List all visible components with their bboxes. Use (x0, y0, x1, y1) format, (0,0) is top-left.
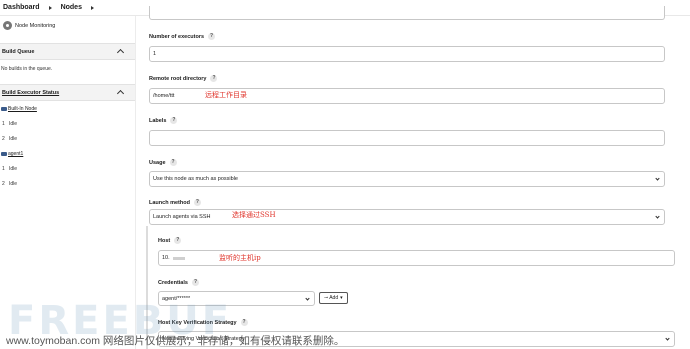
host-value: 10. (162, 255, 170, 261)
chevron-down-icon (655, 214, 660, 219)
computer-name[interactable]: Built-In Node (8, 106, 37, 112)
breadcrumb-nodes[interactable]: Nodes (61, 4, 82, 11)
usage-label: Usage ? (149, 159, 177, 166)
jenkins-node-config-page: Dashboard Nodes Node Monitoring Build Qu… (0, 0, 690, 349)
help-icon[interactable]: ? (208, 33, 216, 40)
credentials-label-text: Credentials (158, 279, 188, 286)
add-credentials-button[interactable]: ⊸ Add ▾ (319, 292, 348, 304)
help-icon[interactable]: ? (170, 117, 178, 124)
build-queue-title: Build Queue (2, 48, 35, 55)
chevron-up-icon[interactable] (116, 89, 125, 98)
executor-state: Idle (9, 181, 18, 187)
executor-number: 2 (2, 181, 5, 187)
labels-label: Labels ? (149, 117, 178, 124)
help-icon[interactable]: ? (169, 159, 177, 166)
chevron-down-icon (655, 176, 660, 181)
breadcrumb-separator-icon[interactable] (48, 5, 52, 10)
usage-label-text: Usage (149, 159, 166, 166)
annotation-remote-root: 远程工作目录 (205, 91, 247, 99)
launch-select[interactable]: Launch agents via SSH (149, 209, 665, 225)
executor-number: 1 (2, 166, 5, 172)
computer-built-in-node[interactable]: Built-In Node (1, 106, 37, 112)
launch-label: Launch method ? (149, 199, 201, 206)
executor-number: 2 (2, 136, 5, 142)
add-label: Add (329, 295, 339, 301)
build-queue-header[interactable]: Build Queue (0, 43, 135, 60)
redacted-mark (172, 256, 185, 260)
help-icon[interactable]: ? (193, 199, 201, 206)
executor-row: 1 Idle (2, 121, 17, 127)
build-queue-empty: No builds in the queue. (1, 66, 53, 72)
chevron-down-icon (665, 336, 670, 341)
computer-agent1[interactable]: agent1 (1, 151, 23, 157)
launch-label-text: Launch method (149, 199, 190, 206)
remote-root-label: Remote root directory ? (149, 75, 218, 82)
computer-icon (1, 152, 7, 156)
annotation-host: 监听的主机ip (219, 254, 261, 262)
executor-row: 2 Idle (2, 136, 17, 142)
executor-state: Idle (9, 166, 18, 172)
executors-label: Number of executors ? (149, 33, 216, 40)
watermark-text: www.toymoban.com 网络图片仅供展示，非存储，如有侵权请联系删除。 (6, 335, 345, 347)
help-icon[interactable]: ? (174, 237, 182, 244)
host-label-text: Host (158, 237, 171, 244)
remote-root-label-text: Remote root directory (149, 75, 207, 82)
launch-value: Launch agents via SSH (153, 214, 211, 220)
gear-icon (3, 21, 12, 30)
executors-input[interactable]: 1 (149, 46, 665, 62)
executors-value: 1 (153, 51, 157, 57)
breadcrumb-dashboard[interactable]: Dashboard (3, 4, 40, 11)
chevron-down-icon (305, 296, 310, 301)
computer-name[interactable]: agent1 (8, 151, 23, 157)
executor-row: 1 Idle (2, 166, 17, 172)
credentials-label: Credentials ? (158, 279, 199, 286)
help-icon[interactable]: ? (240, 319, 248, 326)
host-label: Host ? (158, 237, 182, 244)
executor-state: Idle (9, 121, 18, 127)
help-icon[interactable]: ? (191, 279, 199, 286)
executor-status-title: Build Executor Status (2, 89, 60, 96)
computer-icon (1, 107, 7, 111)
chevron-up-icon[interactable] (116, 48, 125, 57)
name-field[interactable] (149, 6, 665, 20)
usage-select[interactable]: Use this node as much as possible (149, 171, 665, 187)
executor-state: Idle (9, 136, 18, 142)
executor-status-header[interactable]: Build Executor Status (0, 84, 135, 101)
remote-root-value: /home/ttt (153, 93, 175, 99)
executor-row: 2 Idle (2, 181, 17, 187)
usage-value: Use this node as much as possible (153, 176, 238, 182)
labels-label-text: Labels (149, 117, 167, 124)
node-monitoring-link[interactable]: Node Monitoring (3, 21, 55, 30)
labels-input[interactable] (149, 130, 665, 146)
caret-down-icon: ▾ (340, 295, 343, 301)
executors-label-text: Number of executors (149, 33, 205, 40)
node-monitoring-label: Node Monitoring (15, 22, 56, 29)
key-icon: ⊸ (324, 295, 329, 301)
breadcrumb-separator-icon[interactable] (90, 5, 94, 10)
executor-number: 1 (2, 121, 5, 127)
help-icon[interactable]: ? (210, 75, 218, 82)
annotation-launch: 选择通过SSH (232, 211, 276, 219)
